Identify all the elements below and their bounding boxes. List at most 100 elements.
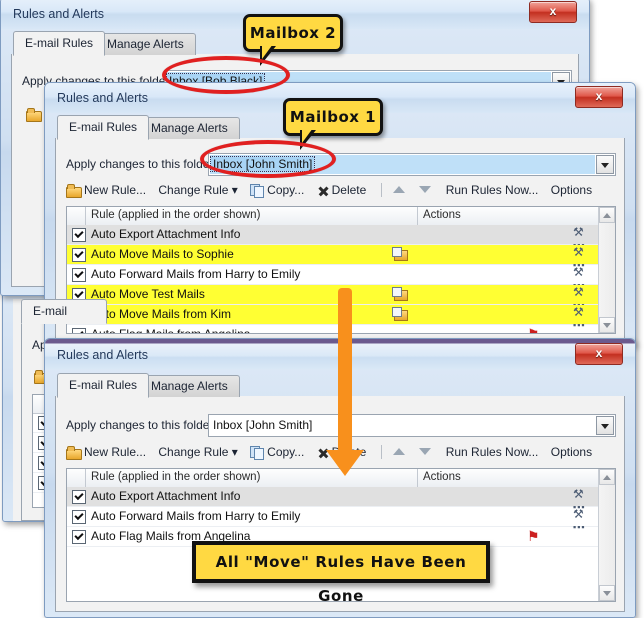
tools-icon: ⚒▪▪▪ (573, 507, 586, 532)
options-button[interactable]: Options (551, 445, 592, 459)
change-rule-label: Change Rule (158, 182, 229, 197)
chevron-down-icon: ▾ (231, 444, 238, 459)
tab-email-rules-back-left[interactable]: E-mail (21, 299, 107, 324)
tab-manage-alerts-middle[interactable]: Manage Alerts (139, 117, 240, 139)
rule-name: Auto Forward Mails from Harry to Emily (91, 267, 301, 281)
column-header-actions[interactable]: Actions (423, 209, 461, 221)
move-up-icon[interactable] (393, 448, 405, 456)
table-row[interactable]: Auto Move Mails to Sophie ⚒ ▪▪▪ (67, 245, 599, 270)
rule-name: Auto Export Attachment Info (91, 227, 241, 241)
close-button-bottom[interactable]: x (575, 343, 623, 365)
scroll-up-button[interactable] (599, 469, 615, 485)
highlight-ellipse-mailbox1 (200, 140, 336, 178)
rule-name: Auto Flag Mails from Angelina (91, 327, 251, 334)
copy-button[interactable]: Copy... (250, 182, 305, 198)
tools-icon: ⚒▪▪▪ (573, 245, 586, 270)
window-title-top: Rules and Alerts (13, 7, 105, 21)
tools-icon: ⚒▪▪▪ (573, 487, 586, 512)
options-label: Options (550, 182, 593, 197)
move-up-icon[interactable] (393, 186, 405, 194)
tab-label: Manage Alerts (151, 121, 228, 135)
folder-combobox-value-bottom: Inbox [John Smith] (213, 418, 313, 432)
callout-tail-fill (302, 128, 313, 143)
table-row[interactable]: Auto Forward Mails from Harry to Emily ⚒▪… (67, 507, 599, 532)
tab-label: E-mail Rules (69, 120, 138, 134)
close-button-middle[interactable]: x (575, 86, 623, 108)
window-title-middle: Rules and Alerts (57, 91, 149, 105)
new-rule-label: New Rule... (84, 182, 147, 197)
window-title-bottom: Rules and Alerts (57, 348, 149, 362)
folder-combobox-bottom[interactable]: Inbox [John Smith] (208, 414, 616, 437)
tools-icon: ⚒▪▪▪ (573, 225, 585, 250)
chevron-down-icon: ▾ (231, 182, 238, 197)
rules-toolbar-middle: New Rule... Change Rule ▾ Copy... Delete (66, 182, 618, 202)
change-rule-button[interactable]: Change Rule ▾ (158, 183, 237, 197)
scroll-up-button[interactable] (599, 207, 615, 223)
callout-label: Mailbox 2 (249, 24, 337, 42)
column-header-rule[interactable]: Rule (applied in the order shown) (91, 471, 260, 483)
rule-checkbox[interactable] (72, 248, 86, 262)
tab-email-rules-middle[interactable]: E-mail Rules (57, 115, 150, 140)
delete-button[interactable]: Delete (317, 183, 367, 197)
options-button[interactable]: Options (551, 183, 592, 197)
tab-manage-alerts-bottom[interactable]: Manage Alerts (139, 375, 240, 397)
table-row[interactable]: Auto Forward Mails from Harry to Emily ⚒▪… (67, 265, 599, 290)
tools-icon: ⚒▪▪▪ (573, 265, 585, 290)
copy-button[interactable]: Copy... (250, 444, 305, 460)
tab-label: E-mail (33, 304, 68, 318)
vertical-scrollbar-middle[interactable] (598, 207, 615, 333)
tab-label: Manage Alerts (107, 37, 184, 51)
run-rules-now-button[interactable]: Run Rules Now... (446, 183, 539, 197)
run-rules-now-label: Run Rules Now... (445, 444, 539, 459)
rule-name: Auto Move Test Mails (91, 287, 205, 301)
close-icon (317, 185, 329, 197)
chevron-down-icon[interactable] (596, 155, 614, 174)
apply-label-bottom: Apply changes to this folder: (66, 418, 217, 432)
change-rule-button[interactable]: Change Rule ▾ (158, 445, 237, 459)
new-rule-button[interactable]: New Rule... (66, 182, 147, 198)
highlight-ellipse-mailbox2 (162, 56, 290, 94)
screenshot-stage: Rules an E-mail Apply (0, 0, 644, 618)
banner-move-rules-gone: All "Move" Rules Have Been Gone (192, 541, 490, 605)
tools-icon: ⚒▪▪▪ (573, 285, 585, 310)
copy-label: Copy... (267, 444, 305, 459)
rule-name: Auto Forward Mails from Harry to Emily (91, 509, 301, 523)
scroll-down-button[interactable] (599, 585, 615, 601)
close-button-top[interactable]: x (529, 1, 577, 23)
tab-manage-alerts-top[interactable]: Manage Alerts (95, 33, 196, 55)
scroll-down-button[interactable] (599, 317, 615, 333)
copy-label: Copy... (267, 182, 305, 197)
rule-checkbox[interactable] (72, 490, 86, 504)
new-rule-button[interactable]: New Rule... (66, 445, 146, 460)
column-header-actions[interactable]: Actions (423, 471, 461, 483)
tab-email-rules-bottom[interactable]: E-mail Rules (57, 373, 150, 398)
run-rules-now-label: Run Rules Now... (445, 182, 539, 197)
run-rules-now-button[interactable]: Run Rules Now... (446, 445, 539, 459)
listbox-header-middle: Rule (applied in the order shown) Action… (67, 207, 615, 226)
column-header-rule[interactable]: Rule (applied in the order shown) (91, 209, 260, 221)
rule-checkbox[interactable] (72, 328, 86, 333)
callout-mailbox-2: Mailbox 2 (243, 14, 343, 66)
tab-label: E-mail Rules (25, 36, 94, 50)
copy-icon (250, 445, 265, 460)
options-label: Options (550, 444, 593, 459)
toolbar-divider (380, 182, 382, 197)
rule-checkbox[interactable] (72, 268, 86, 282)
move-folder-icon (392, 307, 408, 321)
move-down-icon[interactable] (419, 448, 432, 456)
move-down-icon[interactable] (419, 186, 432, 194)
delete-label: Delete (331, 182, 367, 197)
vertical-scrollbar-bottom[interactable] (598, 469, 615, 601)
rule-checkbox[interactable] (72, 530, 86, 544)
folder-icon-top (26, 108, 42, 122)
copy-icon (250, 183, 265, 198)
table-row[interactable]: Auto Export Attachment Info ⚒▪▪▪ (67, 487, 599, 512)
flag-icon: ⚑ (527, 326, 540, 334)
tab-label: Manage Alerts (151, 379, 228, 393)
rule-checkbox[interactable] (72, 228, 86, 242)
move-folder-icon (392, 247, 408, 261)
tab-email-rules-top[interactable]: E-mail Rules (13, 31, 106, 56)
chevron-down-icon[interactable] (596, 416, 614, 435)
table-row[interactable]: Auto Export Attachment Info ⚒▪▪▪ (67, 225, 599, 250)
rule-checkbox[interactable] (72, 510, 86, 524)
